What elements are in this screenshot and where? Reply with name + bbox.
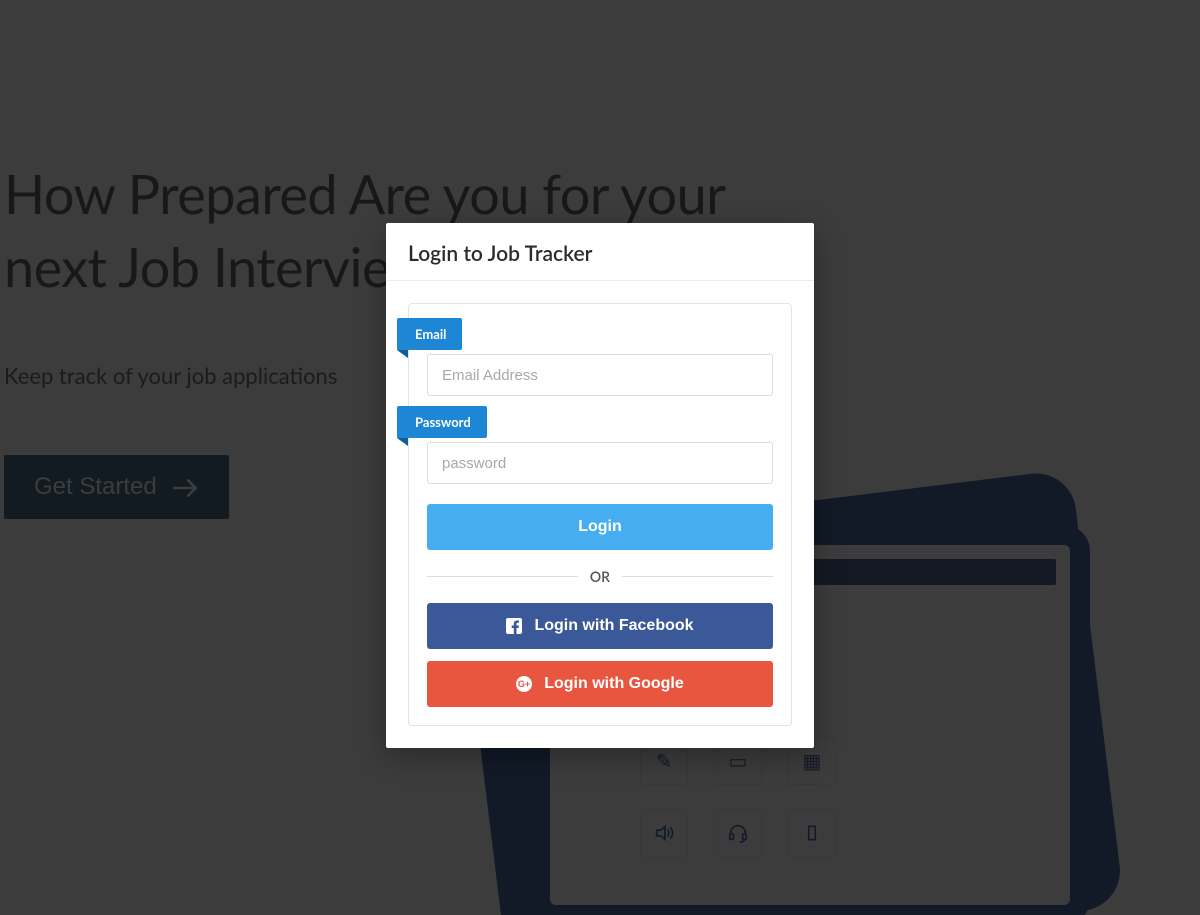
or-text: OR	[578, 568, 622, 585]
email-label: Email	[397, 318, 462, 350]
google-button-label: Login with Google	[544, 675, 684, 693]
login-modal: Login to Job Tracker Email Password Logi…	[386, 223, 814, 748]
login-button-label: Login	[578, 518, 622, 536]
svg-text:G+: G+	[518, 679, 530, 689]
email-input[interactable]	[427, 354, 773, 396]
email-field-group: Email	[427, 328, 773, 396]
facebook-icon	[506, 618, 522, 634]
login-facebook-button[interactable]: Login with Facebook	[427, 603, 773, 649]
modal-title: Login to Job Tracker	[408, 241, 792, 266]
login-button[interactable]: Login	[427, 504, 773, 550]
password-field-group: Password	[427, 416, 773, 484]
facebook-button-label: Login with Facebook	[534, 617, 693, 635]
google-plus-icon: G+	[516, 676, 532, 692]
login-google-button[interactable]: G+ Login with Google	[427, 661, 773, 707]
or-divider: OR	[427, 568, 773, 585]
modal-overlay[interactable]: Login to Job Tracker Email Password Logi…	[0, 0, 1200, 915]
password-input[interactable]	[427, 442, 773, 484]
login-panel: Email Password Login OR Log	[408, 303, 792, 726]
modal-header: Login to Job Tracker	[386, 223, 814, 281]
password-label: Password	[397, 406, 487, 438]
